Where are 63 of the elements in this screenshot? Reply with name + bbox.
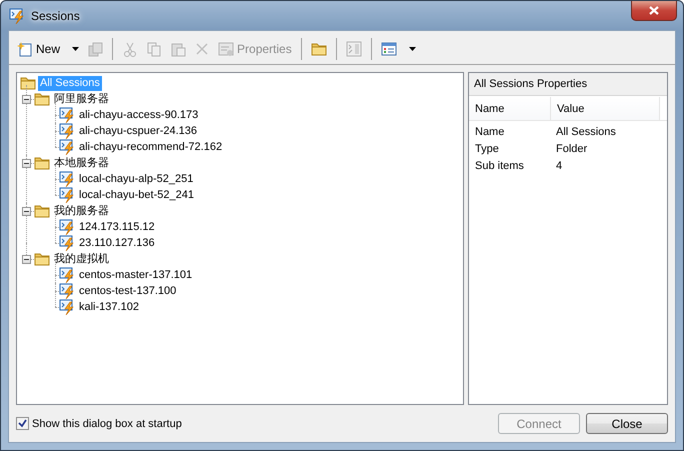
session-icon bbox=[59, 139, 75, 155]
minus-icon bbox=[24, 160, 29, 166]
session-icon bbox=[59, 123, 75, 139]
folder-item[interactable]: 我的虚拟机 bbox=[52, 252, 111, 266]
minus-icon bbox=[24, 96, 29, 102]
session-icon bbox=[59, 219, 75, 235]
session-icon bbox=[59, 267, 75, 283]
expand-toggle[interactable] bbox=[22, 158, 31, 168]
session-item[interactable]: ali-chayu-recommend-72.162 bbox=[77, 140, 224, 154]
session-icon bbox=[59, 107, 75, 123]
table-cell-text: Name bbox=[474, 126, 506, 138]
session-item[interactable]: 124.173.115.12 bbox=[77, 220, 157, 234]
session-item[interactable]: centos-test-137.100 bbox=[77, 284, 178, 298]
minus-icon bbox=[24, 256, 29, 262]
checkbox[interactable] bbox=[16, 417, 29, 430]
expand-toggle[interactable] bbox=[22, 206, 31, 216]
folder-item[interactable]: 本地服务器 bbox=[52, 156, 111, 170]
list-view-icon bbox=[380, 41, 397, 57]
cut-icon bbox=[122, 41, 138, 57]
session-item[interactable]: 23.110.127.136 bbox=[77, 236, 157, 250]
new-button[interactable]: New bbox=[14, 37, 82, 61]
folder-item[interactable]: 我的服务器 bbox=[52, 204, 111, 218]
window-title: Sessions bbox=[31, 8, 80, 22]
session-item[interactable]: kali-137.102 bbox=[77, 300, 141, 314]
session-item[interactable]: ali-chayu-cspuer-24.136 bbox=[77, 124, 200, 138]
column-header[interactable]: Value bbox=[551, 97, 660, 120]
checkbox-label: Show this dialog box at startup bbox=[32, 418, 182, 430]
column-header[interactable]: Name bbox=[469, 97, 551, 120]
properties-icon bbox=[218, 41, 234, 57]
dialog-button[interactable]: Close bbox=[586, 413, 668, 434]
minus-icon bbox=[24, 208, 29, 214]
check-icon bbox=[18, 419, 27, 428]
new-session-icon bbox=[17, 41, 33, 57]
folder-icon bbox=[34, 203, 50, 219]
session-item[interactable]: local-chayu-alp-52_251 bbox=[77, 172, 196, 186]
table-cell-text: Type bbox=[474, 142, 500, 154]
session-icon bbox=[59, 283, 75, 299]
session-item[interactable]: local-chayu-bet-52_241 bbox=[77, 188, 196, 202]
app-icon bbox=[9, 8, 25, 24]
folder-icon bbox=[34, 251, 50, 267]
table-cell-text: Sub items bbox=[474, 160, 525, 172]
folder-icon bbox=[34, 155, 50, 171]
close-button[interactable] bbox=[631, 1, 677, 21]
session-icon bbox=[59, 235, 75, 251]
expand-toggle[interactable] bbox=[22, 254, 31, 264]
expand-toggle[interactable] bbox=[22, 94, 31, 104]
session-icon bbox=[59, 299, 75, 315]
session-item[interactable]: centos-master-137.101 bbox=[77, 268, 194, 282]
panel-title: All Sessions Properties bbox=[474, 78, 588, 90]
table-cell-text: Folder bbox=[555, 142, 588, 154]
copy-icon bbox=[146, 41, 162, 57]
folder-item[interactable]: 阿里服务器 bbox=[52, 92, 111, 106]
folder-icon bbox=[310, 41, 327, 57]
paste-icon bbox=[170, 41, 186, 57]
folder-icon bbox=[34, 91, 50, 107]
session-item[interactable]: ali-chayu-access-90.173 bbox=[77, 108, 200, 122]
session-icon bbox=[59, 187, 75, 203]
delete-icon bbox=[194, 41, 210, 57]
table-cell-text: All Sessions bbox=[555, 126, 617, 138]
close-icon bbox=[649, 6, 659, 15]
script-icon bbox=[346, 41, 362, 57]
session-icon bbox=[59, 171, 75, 187]
table-cell-text: 4 bbox=[555, 160, 564, 172]
